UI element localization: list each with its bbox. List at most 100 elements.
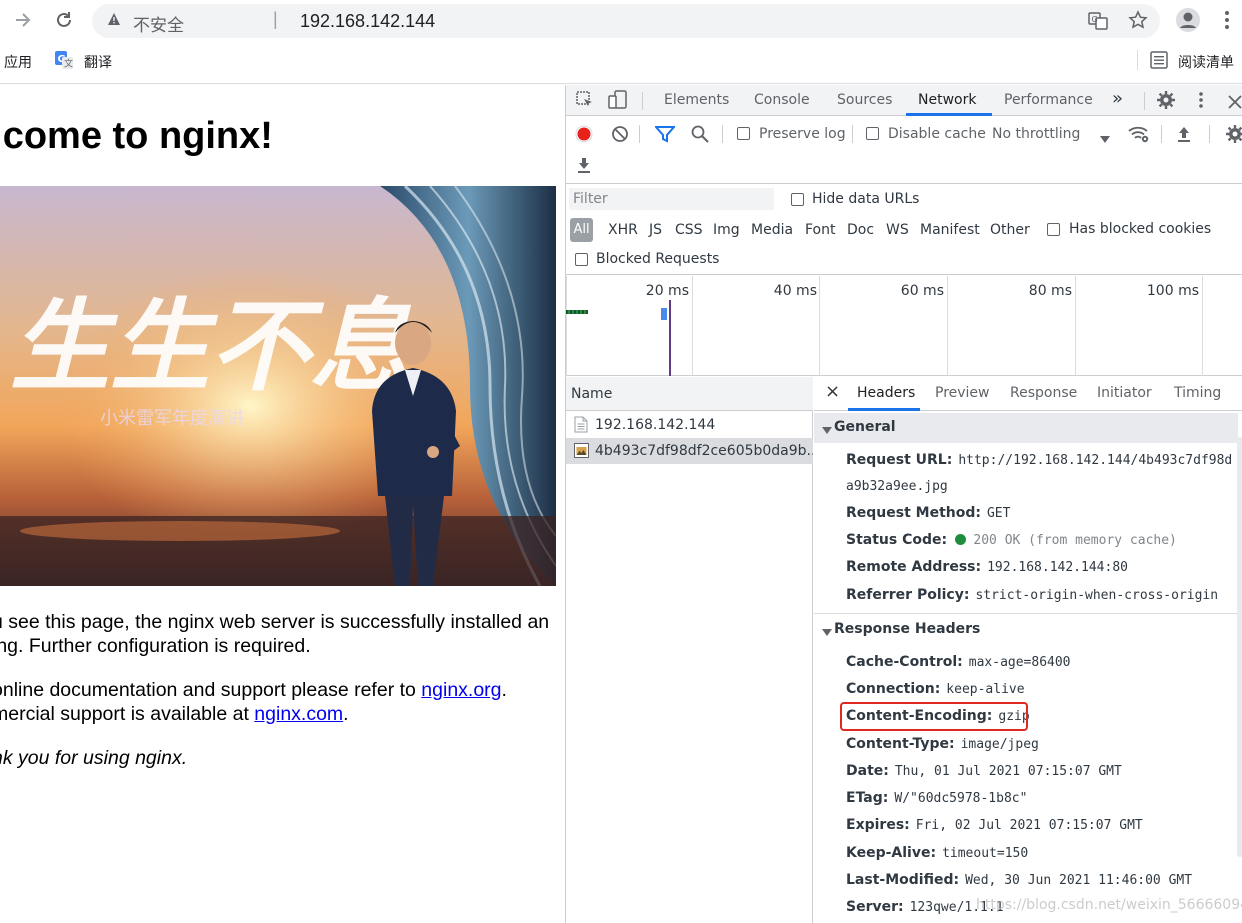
tab-timing[interactable]: Timing (1174, 385, 1221, 401)
throttling-select[interactable]: No throttling (992, 126, 1080, 142)
tab-sources[interactable]: Sources (837, 92, 892, 108)
status-code-row: Status Code: 200 OK (from memory cache) (846, 532, 1177, 548)
header-row-keep-alive: Keep-Alive: timeout=150 (846, 845, 1028, 861)
close-devtools-icon[interactable] (1228, 92, 1242, 112)
headers-tab-underline (848, 408, 920, 411)
record-icon[interactable] (575, 125, 593, 146)
header-key: Server: (846, 899, 904, 915)
request-details-pane: × Headers Preview Response Initiator Tim… (814, 377, 1242, 923)
type-filter-img[interactable]: Img (713, 222, 740, 238)
type-filter-xhr[interactable]: XHR (608, 222, 638, 238)
status-code-value: 200 OK (from memory cache) (973, 533, 1177, 548)
header-value: keep-alive (946, 682, 1025, 697)
filter-input[interactable]: Filter (569, 188, 774, 210)
address-bar[interactable]: 不安全 | 192.168.142.144 G (92, 4, 1160, 38)
tab-preview[interactable]: Preview (935, 385, 990, 401)
close-details-icon[interactable]: × (825, 381, 840, 402)
type-filter-media[interactable]: Media (751, 222, 793, 238)
has-blocked-cookies-checkbox[interactable] (1047, 223, 1060, 236)
blocked-requests-label[interactable]: Blocked Requests (596, 251, 719, 267)
inspect-element-icon[interactable] (576, 91, 594, 112)
type-filter-font[interactable]: Font (805, 222, 835, 238)
chevron-down-icon[interactable] (1099, 128, 1111, 148)
bookmark-translate[interactable]: 翻译 (84, 52, 112, 72)
more-tabs-button[interactable]: » (1112, 88, 1123, 109)
import-har-icon[interactable] (1175, 125, 1193, 146)
reading-list-icon[interactable] (1150, 51, 1168, 73)
tab-initiator[interactable]: Initiator (1097, 385, 1152, 401)
general-section-header[interactable]: General (814, 413, 1238, 443)
export-har-icon[interactable] (575, 156, 593, 177)
header-value: W/"60dc5978-1b8c" (894, 791, 1028, 806)
header-value: Thu, 01 Jul 2021 07:15:07 GMT (894, 764, 1122, 779)
menu-kebab-icon[interactable] (1222, 9, 1232, 35)
document-file-icon (574, 416, 588, 437)
bookmark-star-icon[interactable] (1128, 10, 1148, 34)
reload-icon[interactable] (53, 9, 75, 35)
details-scrollbar[interactable] (1237, 437, 1242, 857)
header-row-cache-control: Cache-Control: max-age=86400 (846, 654, 1071, 670)
blocked-requests-checkbox[interactable] (575, 253, 588, 266)
network-settings-gear-icon[interactable] (1226, 125, 1242, 146)
url-text[interactable]: 192.168.142.144 (300, 11, 435, 32)
timeline-tick-100ms: 100 ms (1146, 283, 1199, 299)
name-column-header[interactable]: Name (571, 386, 612, 402)
status-code-key: Status Code: (846, 532, 948, 548)
device-toolbar-icon[interactable] (608, 90, 628, 113)
tab-console[interactable]: Console (754, 92, 810, 108)
type-filter-manifest[interactable]: Manifest (920, 222, 980, 238)
type-filter-css[interactable]: CSS (675, 222, 703, 238)
forward-icon[interactable] (12, 9, 34, 35)
profile-avatar-icon[interactable] (1175, 7, 1201, 37)
preserve-log-label[interactable]: Preserve log (759, 126, 846, 142)
type-filter-doc[interactable]: Doc (847, 222, 874, 238)
tab-response[interactable]: Response (1010, 385, 1077, 401)
request-row-document[interactable]: 192.168.142.144 (566, 412, 813, 438)
request-list: Name 192.168.142.144 4b493c7df98df2ce605… (566, 377, 813, 923)
request-url-row: Request URL: http://192.168.142.144/4b493… (846, 452, 1232, 468)
bookmark-apps[interactable]: 应用 (4, 52, 32, 72)
google-translate-icon[interactable]: G文 (54, 50, 74, 74)
disable-cache-checkbox[interactable] (866, 127, 879, 140)
devtools-menu-icon[interactable] (1198, 91, 1204, 112)
nginx-org-link[interactable]: nginx.org (421, 679, 501, 701)
header-key: Keep-Alive: (846, 845, 937, 861)
settings-gear-icon[interactable] (1157, 91, 1175, 112)
toolbar-divider-3 (852, 125, 853, 143)
tab-headers[interactable]: Headers (857, 385, 915, 401)
type-filter-all[interactable]: All (570, 218, 593, 242)
has-blocked-cookies-label[interactable]: Has blocked cookies (1069, 221, 1211, 237)
network-conditions-icon[interactable] (1128, 125, 1150, 146)
security-label[interactable]: 不安全 (133, 11, 184, 36)
poster-subtitle: 小米雷军年度演讲 (100, 408, 244, 429)
request-row-image[interactable]: 4b493c7df98df2ce605b0da9b... (566, 438, 813, 464)
nginx-com-link[interactable]: nginx.com (254, 703, 343, 725)
network-timeline[interactable]: 20 ms 40 ms 60 ms 80 ms 100 ms (566, 276, 1242, 376)
page-viewport: elcome to nginx! 生生不息 小米雷军年度演讲 u see thi… (0, 85, 565, 923)
response-headers-section-header[interactable]: Response Headers (814, 615, 1238, 645)
disable-cache-label[interactable]: Disable cache (888, 126, 986, 142)
translate-page-icon[interactable]: G (1088, 11, 1108, 35)
para3: nk you for using nginx. (0, 747, 188, 769)
header-value: image/jpeg (960, 737, 1039, 752)
tabbar-divider-right (1144, 92, 1145, 110)
search-icon[interactable] (691, 125, 709, 146)
timeline-load-marker (669, 300, 671, 376)
preserve-log-checkbox[interactable] (737, 127, 750, 140)
tab-performance[interactable]: Performance (1004, 92, 1093, 108)
hide-data-urls-label[interactable]: Hide data URLs (812, 191, 919, 207)
clear-icon[interactable] (611, 125, 629, 146)
type-filter-ws[interactable]: WS (886, 222, 909, 238)
type-filter-js[interactable]: JS (649, 222, 662, 238)
tab-elements[interactable]: Elements (664, 92, 729, 108)
hide-data-urls-checkbox[interactable] (791, 193, 804, 206)
type-filter-other[interactable]: Other (990, 222, 1030, 238)
remote-address-key: Remote Address: (846, 559, 982, 575)
bookmark-reading-list[interactable]: 阅读清单 (1178, 52, 1234, 72)
para1-line2: ing. Further configuration is required. (0, 635, 311, 657)
tab-network[interactable]: Network (918, 92, 976, 108)
filter-funnel-icon[interactable] (653, 125, 677, 146)
warning-icon[interactable] (107, 12, 121, 29)
details-tabbar: × Headers Preview Response Initiator Tim… (814, 377, 1242, 411)
header-key: ETag: (846, 790, 889, 806)
